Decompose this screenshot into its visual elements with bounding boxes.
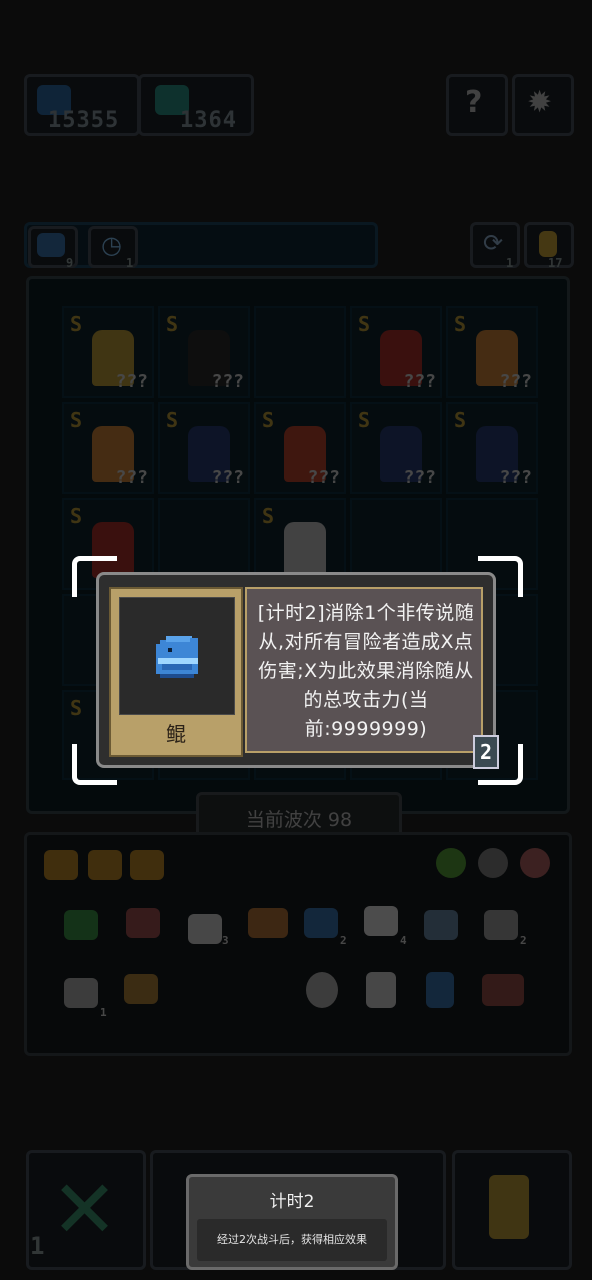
unit-button[interactable] [452,1150,572,1270]
bottle-icon[interactable] [426,972,454,1008]
stick-icon[interactable] [248,908,288,938]
item-count: 3 [222,934,229,947]
question-icon: ? [465,85,483,120]
ship-icon[interactable] [124,974,158,1004]
blue-whale-icon [156,636,198,678]
unit-slot[interactable]: S ??? [158,402,250,494]
item-count: 2 [340,934,347,947]
fence-icon[interactable] [482,974,524,1006]
grade-label: S [166,312,179,336]
grade-label: S [166,408,179,432]
whale-icon[interactable] [304,908,338,938]
grade-label: S [70,408,83,432]
help-button[interactable]: ? [446,74,508,136]
dice-icon[interactable] [364,906,398,936]
timer-slot-count: 1 [126,256,134,270]
boot-icon[interactable] [484,910,518,940]
item-card: 鲲 [109,587,243,757]
grade-label: S [262,504,275,528]
anvil-icon[interactable] [64,978,98,1008]
unknown-label: ??? [211,467,244,488]
item-count: 1 [100,1006,107,1019]
unit-slot[interactable]: S ??? [350,306,442,398]
grade-label: S [358,408,371,432]
refresh-count: 1 [506,256,514,270]
unit-sprite [284,522,326,578]
tooltip-title: 计时2 [269,1192,315,1212]
unit-slot[interactable]: S ??? [446,306,538,398]
unknown-label: ??? [403,467,436,488]
x-icon: ✕ [51,1163,119,1256]
fish-icon[interactable] [424,910,458,940]
clock-icon: ◷ [101,231,122,259]
unit-slot[interactable]: S ??? [62,306,154,398]
key-count: 17 [548,256,563,270]
potion-icon[interactable] [306,972,338,1008]
item-count: 2 [520,934,527,947]
unit-slot[interactable]: S ??? [446,402,538,494]
grade-label: S [454,408,467,432]
triangle-tab-icon[interactable] [44,850,78,880]
triangle-tab-icon[interactable] [130,850,164,880]
skull-icon[interactable] [478,848,508,878]
item-count: 4 [400,934,407,947]
item-description: [计时2]消除1个非传说随从,对所有冒险者造成X点伤害;X为此效果消除随从的总攻… [257,602,475,740]
unknown-label: ??? [211,371,244,392]
refresh-icon: ⟳ [483,229,504,257]
unit-slot[interactable]: S ??? [62,402,154,494]
timer-tooltip: 计时2 经过2次战斗后，获得相应效果 [186,1174,398,1270]
unit-slot[interactable]: S ??? [158,306,250,398]
wave-label: 当前波次 98 [245,809,353,831]
whale-icon [37,233,65,257]
grade-label: S [70,696,83,720]
skill-slot-a-count: 9 [66,256,74,270]
tooltip-body: 经过2次战斗后，获得相应效果 [197,1219,387,1261]
hammer-icon[interactable] [126,908,160,938]
grade-label: S [70,312,83,336]
grade-label: S [454,312,467,336]
cloud-icon[interactable] [188,914,222,944]
coin-value: 15355 [48,108,120,133]
ring-icon[interactable] [520,848,550,878]
empty-slot[interactable] [254,306,346,398]
sell-count: 1 [30,1232,45,1260]
unknown-label: ??? [499,371,532,392]
item-detail-popup[interactable]: 鲲 [计时2]消除1个非传说随从,对所有冒险者造成X点伤害;X为此效果消除随从的… [96,572,499,769]
unknown-label: ??? [115,371,148,392]
unknown-label: ??? [403,371,436,392]
unknown-label: ??? [307,467,340,488]
unknown-label: ??? [115,467,148,488]
unknown-label: ??? [499,467,532,488]
key-icon [539,231,557,257]
green-orb-icon[interactable] [436,848,466,878]
boot-icon[interactable] [366,972,396,1008]
unit-slot[interactable]: S ??? [350,402,442,494]
gem-value: 1364 [180,108,237,133]
turtle-icon[interactable] [64,910,98,940]
pawn-icon [489,1175,529,1239]
grade-label: S [358,312,371,336]
settings-button[interactable]: ✹ [512,74,574,136]
item-stack-count: 2 [473,735,499,769]
item-description-box: [计时2]消除1个非传说随从,对所有冒险者造成X点伤害;X为此效果消除随从的总攻… [245,587,483,753]
item-icon-frame [119,597,235,715]
item-name: 鲲 [166,722,186,746]
gear-icon: ✹ [527,85,553,120]
grade-label: S [70,504,83,528]
triangle-tab-icon[interactable] [88,850,122,880]
unit-slot[interactable]: S ??? [254,402,346,494]
grade-label: S [262,408,275,432]
